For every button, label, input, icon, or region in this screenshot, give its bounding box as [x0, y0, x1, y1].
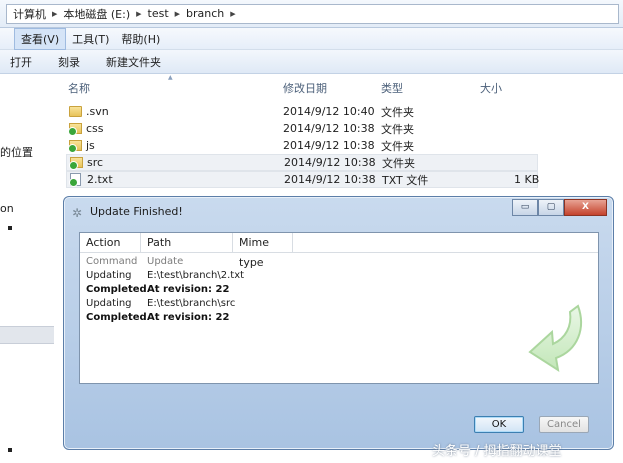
- file-type: 文件夹: [381, 105, 414, 119]
- column-header-action[interactable]: Action: [80, 233, 141, 253]
- menu-bar: 查看(V) 工具(T) 帮助(H): [0, 27, 623, 50]
- open-button[interactable]: 打开: [10, 54, 32, 70]
- column-header-path[interactable]: Path: [141, 233, 233, 253]
- file-name: js: [86, 139, 95, 152]
- column-header-type[interactable]: 类型: [381, 80, 403, 96]
- breadcrumb-branch[interactable]: branch: [186, 7, 224, 20]
- update-arrow-icon: [528, 304, 582, 373]
- svn-folder-icon: [68, 140, 82, 153]
- close-icon[interactable]: X: [564, 199, 607, 216]
- cancel-button[interactable]: Cancel: [539, 416, 589, 433]
- file-list: ▲ 名称 修改日期 类型 大小 .svn 2014/9/12 10:40 文件夹…: [62, 74, 623, 204]
- breadcrumb[interactable]: 计算机 ▶ 本地磁盘 (E:) ▶ test ▶ branch ▶: [6, 3, 619, 24]
- log-path: At revision: 22: [147, 312, 230, 323]
- svn-text-file-icon: [69, 173, 81, 187]
- navigation-pane: 的位置 on: [0, 74, 54, 463]
- file-date: 2014/9/12 10:38: [284, 173, 376, 186]
- column-header-mime-type[interactable]: Mime type: [233, 233, 293, 269]
- file-row[interactable]: js 2014/9/12 10:38 文件夹: [66, 137, 538, 154]
- file-row-selected[interactable]: src 2014/9/12 10:38 文件夹: [66, 154, 538, 171]
- file-date: 2014/9/12 10:38: [284, 156, 376, 169]
- file-row[interactable]: css 2014/9/12 10:38 文件夹: [66, 120, 538, 137]
- dialog-title: Update Finished!: [90, 205, 183, 218]
- new-folder-button[interactable]: 新建文件夹: [106, 54, 161, 70]
- breadcrumb-drive[interactable]: 本地磁盘 (E:): [63, 6, 130, 22]
- minimize-icon[interactable]: ▭: [512, 199, 538, 216]
- log-action: Completed: [86, 312, 147, 323]
- watermark-text: 头条号 / 拇指翻动课堂: [432, 444, 562, 459]
- address-bar: 计算机 ▶ 本地磁盘 (E:) ▶ test ▶ branch ▶: [0, 0, 623, 28]
- menu-view[interactable]: 查看(V): [14, 27, 67, 50]
- menu-tools[interactable]: 工具(T): [66, 29, 115, 49]
- nav-scroll-strip[interactable]: [0, 326, 54, 344]
- file-row[interactable]: .svn 2014/9/12 10:40 文件夹: [66, 103, 538, 120]
- log-path: E:\test\branch\2.txt: [147, 270, 245, 281]
- tortoise-svn-icon: ✲: [72, 206, 83, 220]
- log-action: Completed: [86, 284, 147, 295]
- chevron-right-icon[interactable]: ▶: [175, 10, 180, 18]
- window-controls: ▭ ▢ X: [512, 199, 607, 216]
- burn-button[interactable]: 刻录: [58, 54, 80, 70]
- file-name: 2.txt: [87, 173, 113, 186]
- log-action: Updating: [86, 298, 132, 309]
- chevron-right-icon[interactable]: ▶: [230, 10, 235, 18]
- file-type: 文件夹: [381, 139, 414, 153]
- log-path: Update: [147, 256, 184, 267]
- log-path: E:\test\branch\src: [147, 298, 236, 309]
- column-header-name[interactable]: 名称: [68, 80, 90, 96]
- file-name: .svn: [86, 105, 109, 118]
- nav-item-location[interactable]: 的位置: [0, 144, 33, 160]
- file-size: 1 KB: [514, 173, 540, 186]
- menu-help[interactable]: 帮助(H): [115, 29, 166, 49]
- nav-bullet: [8, 226, 12, 230]
- file-name: css: [86, 122, 104, 135]
- file-date: 2014/9/12 10:38: [283, 139, 375, 152]
- breadcrumb-computer[interactable]: 计算机: [13, 6, 46, 22]
- update-log-list[interactable]: Action Path Mime type Command Update Upd…: [79, 232, 599, 384]
- breadcrumb-test[interactable]: test: [148, 7, 169, 20]
- file-date: 2014/9/12 10:40: [283, 105, 375, 118]
- nav-item-partial[interactable]: on: [0, 202, 14, 215]
- log-action: Command: [86, 256, 138, 267]
- file-date: 2014/9/12 10:38: [283, 122, 375, 135]
- nav-bullet: [8, 448, 12, 452]
- svn-folder-icon: [68, 123, 82, 136]
- sort-up-icon: ▲: [168, 74, 173, 81]
- file-row-selected[interactable]: 2.txt 2014/9/12 10:38 TXT 文件 1 KB: [66, 171, 540, 188]
- file-type: 文件夹: [382, 156, 415, 170]
- maximize-icon[interactable]: ▢: [538, 199, 564, 216]
- column-header-date[interactable]: 修改日期: [283, 80, 327, 96]
- column-header-filler: [293, 233, 598, 253]
- ok-button[interactable]: OK: [474, 416, 524, 433]
- file-name: src: [87, 156, 104, 169]
- log-action: Updating: [86, 270, 132, 281]
- folder-icon: [69, 106, 82, 117]
- toolbar: 打开 刻录 新建文件夹: [0, 50, 623, 74]
- svn-folder-icon: [69, 157, 83, 170]
- column-header-size[interactable]: 大小: [480, 80, 502, 96]
- chevron-right-icon[interactable]: ▶: [52, 10, 57, 18]
- chevron-right-icon[interactable]: ▶: [136, 10, 141, 18]
- file-type: 文件夹: [381, 122, 414, 136]
- file-type: TXT 文件: [382, 173, 429, 187]
- log-path: At revision: 22: [147, 284, 230, 295]
- update-finished-dialog: ✲ Update Finished! ▭ ▢ X Action Path Mim…: [63, 196, 614, 450]
